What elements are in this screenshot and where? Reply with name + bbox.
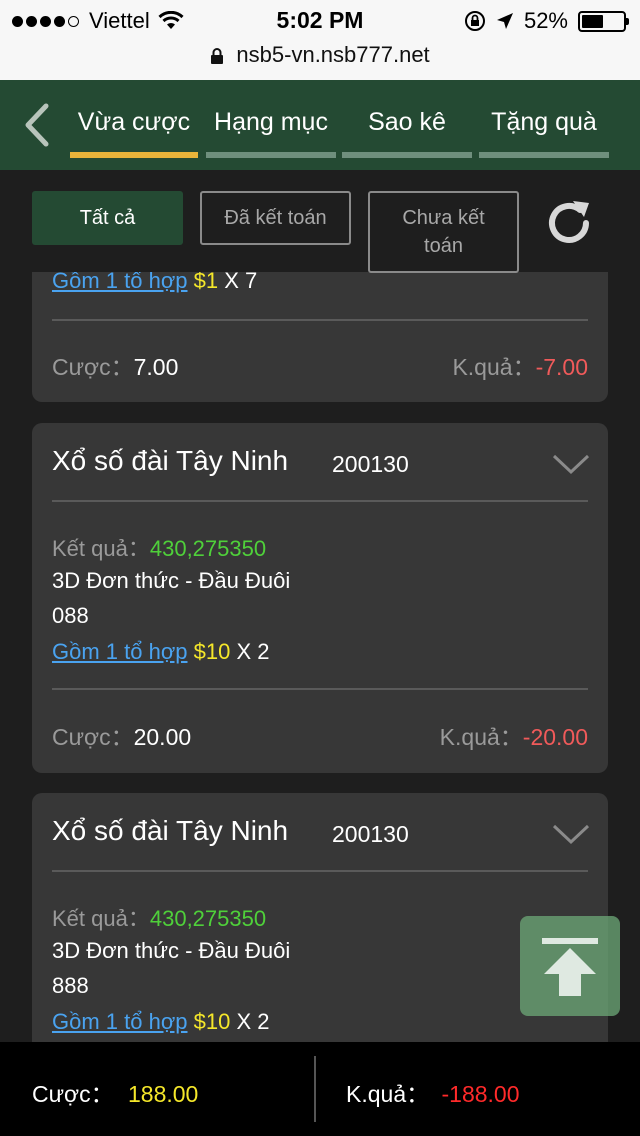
tab-underline [342, 152, 472, 158]
footer-separator [314, 1056, 316, 1122]
divider [52, 688, 588, 690]
outcome-value: -20.00 [522, 724, 588, 750]
divider [52, 319, 588, 321]
lottery-title: Xổ số đài Tây Ninh [52, 815, 289, 846]
tab-label: Sao kê [368, 108, 446, 136]
bet-type: 3D Đơn thức - Đầu Đuôi [52, 568, 291, 593]
tab-underline [479, 152, 609, 158]
total-bet: Cược： 188.00 [32, 1075, 198, 1109]
bet-value: 7.00 [133, 354, 179, 380]
total-bet-label: Cược [32, 1081, 91, 1107]
result-label: Kết quả [52, 906, 128, 931]
filter-unsettled-button[interactable]: Chưa kết toán [368, 191, 519, 273]
outcome-value: -7.00 [535, 354, 588, 380]
tab-underline [70, 152, 198, 158]
tab-label: Tặng quà [491, 108, 597, 136]
tab-vua-cuoc[interactable]: Vừa cược [70, 102, 198, 162]
tab-sao-ke[interactable]: Sao kê [342, 102, 472, 162]
url-text: nsb5-vn.nsb777.net [236, 42, 430, 67]
bet-amount: Cược：20.00 [52, 718, 191, 752]
scroll-to-top-button[interactable] [520, 916, 620, 1016]
multiplier: X 2 [236, 639, 270, 664]
multiplier: X 7 [224, 272, 258, 293]
combo-link[interactable]: Gồm 1 tổ hợp [52, 639, 188, 664]
label-separator: ： [90, 1081, 114, 1107]
label-separator: ： [127, 536, 150, 561]
label-separator: ： [110, 354, 134, 380]
bet-number: 088 [52, 603, 89, 628]
combo-line: Gồm 1 tổ hợp $1 X 7 [52, 272, 257, 294]
tab-underline [206, 152, 336, 158]
unit-amount: $10 [193, 639, 231, 664]
result-numbers: 430,275350 [149, 536, 267, 561]
tab-tang-qua[interactable]: Tặng quà [479, 102, 609, 162]
draw-date: 200130 [332, 451, 409, 477]
label-separator: ： [110, 724, 134, 750]
status-bar: Viettel 5:02 PM 52% [0, 0, 640, 40]
tab-label: Vừa cược [77, 108, 191, 136]
label-separator: ： [127, 906, 150, 931]
bet-amount: Cược：7.00 [52, 348, 178, 382]
outcome-amount: K.quả：-7.00 [452, 348, 588, 382]
outcome-label: K.quả [439, 724, 500, 750]
app-header: Vừa cược Hạng mục Sao kê Tặng quà [0, 80, 640, 170]
result-numbers: 430,275350 [149, 906, 267, 931]
status-bar-right: 52% [464, 8, 629, 34]
combo-link[interactable]: Gồm 1 tổ hợp [52, 272, 188, 293]
battery-icon [578, 10, 629, 32]
chevron-down-icon[interactable] [552, 453, 590, 475]
rotation-lock-icon [464, 11, 485, 31]
refresh-icon[interactable] [542, 196, 596, 250]
result-label: Kết quả [52, 536, 128, 561]
total-outcome-value: -188.00 [441, 1081, 520, 1107]
bet-card: Xổ số đài Tây Ninh 200130 Kết quả：430,27… [32, 423, 608, 773]
bet-number: 888 [52, 973, 89, 998]
tab-hang-muc[interactable]: Hạng mục [206, 102, 336, 162]
tab-label: Hạng mục [214, 108, 328, 136]
lottery-title: Xổ số đài Tây Ninh [52, 445, 289, 476]
battery-percent: 52% [523, 8, 568, 33]
bet-value: 20.00 [133, 724, 192, 750]
divider [52, 870, 588, 872]
chevron-down-icon[interactable] [552, 823, 590, 845]
label-separator: ： [406, 1081, 430, 1107]
bet-type: 3D Đơn thức - Đầu Đuôi [52, 938, 291, 963]
label-separator: ： [512, 354, 536, 380]
bet-label: Cược [52, 354, 111, 380]
label-separator: ： [499, 724, 523, 750]
outcome-label: K.quả [452, 354, 513, 380]
total-outcome-label: K.quả [346, 1081, 407, 1107]
divider [52, 500, 588, 502]
location-arrow-icon [496, 13, 513, 29]
bet-label: Cược [52, 724, 111, 750]
address-bar[interactable]: nsb5-vn.nsb777.net [0, 40, 640, 80]
result-line: Kết quả：430,275350 [52, 531, 266, 563]
bet-card: Gồm 1 tổ hợp $1 X 7 Cược：7.00 K.quả：-7.0… [32, 272, 608, 402]
lock-icon [211, 48, 224, 65]
combo-line: Gồm 1 tổ hợp $10 X 2 [52, 1009, 270, 1035]
multiplier: X 2 [236, 1009, 270, 1034]
filter-all-button[interactable]: Tất cả [32, 191, 183, 245]
total-bet-value: 188.00 [127, 1081, 199, 1107]
unit-amount: $1 [193, 272, 219, 293]
unit-amount: $10 [193, 1009, 231, 1034]
outcome-amount: K.quả：-20.00 [440, 718, 588, 752]
back-chevron-icon[interactable] [18, 102, 54, 148]
result-line: Kết quả：430,275350 [52, 901, 266, 933]
combo-link[interactable]: Gồm 1 tổ hợp [52, 1009, 188, 1034]
combo-line: Gồm 1 tổ hợp $10 X 2 [52, 639, 270, 665]
scroll-to-top-icon [542, 938, 598, 996]
draw-date: 200130 [332, 821, 409, 847]
totals-footer: Cược： 188.00 K.quả： -188.00 [0, 1042, 640, 1136]
total-outcome: K.quả： -188.00 [346, 1075, 520, 1109]
filter-settled-button[interactable]: Đã kết toán [200, 191, 351, 245]
filter-bar: Tất cả Đã kết toán Chưa kết toán [0, 170, 640, 273]
